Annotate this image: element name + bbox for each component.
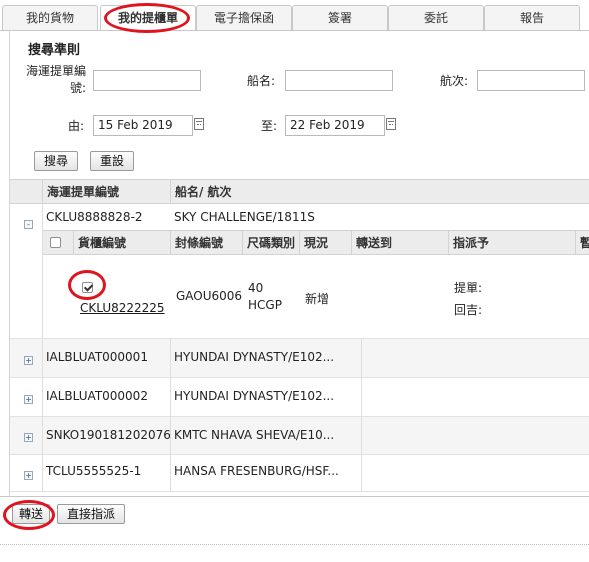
container-subgrid: 貨櫃編號 封條編號 尺碼類別 現況 轉送到 指派予 暫 CKLU8222225 … — [42, 230, 589, 338]
collapse-icon[interactable]: - — [24, 220, 33, 229]
tab-label: 電子擔保函 — [213, 11, 274, 25]
voyage-input[interactable] — [477, 70, 585, 91]
size-type-line1: 40 — [248, 281, 264, 295]
vessel-cell: HYUNDAI DYNASTY/E102... — [174, 389, 335, 403]
highlight-ring-checkbox — [68, 270, 106, 300]
column-separator — [42, 204, 43, 492]
from-date-label: 由: — [68, 119, 85, 133]
search-button[interactable]: 搜尋 — [34, 151, 78, 171]
column-header-status[interactable]: 現況 — [299, 231, 351, 254]
reset-button[interactable]: 重設 — [90, 151, 134, 171]
bl-number-label-line2: 號: — [69, 81, 86, 95]
tab-label: 報告 — [519, 11, 544, 25]
tab-label: 簽署 — [327, 11, 352, 25]
highlight-ring-forward — [3, 500, 55, 530]
table-row: + TCLU5555525-1 HANSA FRESENBURG/HSF... — [10, 455, 589, 492]
vessel-cell: HANSA FRESENBURG/HSF... — [174, 464, 339, 478]
column-header-size[interactable]: 尺碼類別 — [242, 231, 299, 254]
table-row: + SNKO190181202076 KMTC NHAVA SHEVA/E10.… — [10, 417, 589, 455]
bl-number-cell: TCLU5555525-1 — [46, 464, 142, 478]
column-header-forward-to[interactable]: 轉送到 — [351, 231, 448, 254]
column-header-assign-to[interactable]: 指派予 — [448, 231, 575, 254]
search-title: 搜尋準則 — [28, 43, 81, 58]
tab-electronic-guarantee[interactable]: 電子擔保函 — [196, 5, 292, 31]
footer-divider — [0, 496, 589, 497]
subgrid-header: 貨櫃編號 封條編號 尺碼類別 現況 轉送到 指派予 暫 — [43, 230, 589, 255]
vessel-label: 船名: — [247, 74, 276, 88]
assign-to-line1: 提單: — [454, 281, 483, 295]
column-header-vessel[interactable]: 船名/ 航次 — [170, 180, 589, 203]
to-date-input[interactable]: 22 Feb 2019 — [285, 115, 385, 136]
grid-header: 海運提單編號 船名/ 航次 — [10, 179, 589, 204]
tab-report[interactable]: 報告 — [484, 5, 580, 31]
vessel-cell: KMTC NHAVA SHEVA/E10... — [174, 428, 335, 442]
bl-number-input[interactable] — [93, 70, 201, 91]
calendar-icon[interactable] — [194, 118, 204, 130]
from-date-input[interactable]: 15 Feb 2019 — [93, 115, 193, 136]
bl-number-cell: CKLU8888828-2 — [46, 210, 143, 224]
calendar-icon[interactable] — [386, 118, 396, 130]
column-header-seal[interactable]: 封條編號 — [170, 231, 242, 254]
column-header-bl[interactable]: 海運提單編號 — [42, 180, 170, 203]
column-header-container[interactable]: 貨櫃編號 — [73, 231, 170, 254]
table-row: + IALBLUAT000002 HYUNDAI DYNASTY/E102... — [10, 378, 589, 417]
tab-label: 委託 — [423, 11, 448, 25]
vessel-input[interactable] — [285, 70, 393, 91]
size-type-line2: HCGP — [248, 298, 282, 312]
bl-number-cell: IALBLUAT000001 — [46, 350, 148, 364]
bl-number-label: 海運提單編 號: — [24, 63, 86, 97]
column-separator — [361, 339, 362, 492]
column-separator — [170, 339, 171, 492]
container-number-link[interactable]: CKLU8222225 — [80, 301, 165, 315]
bl-number-label-line1: 海運提單編 — [25, 64, 86, 78]
expand-icon[interactable]: + — [24, 356, 33, 365]
tab-my-cargo[interactable]: 我的貨物 — [2, 5, 98, 31]
bl-number-cell: IALBLUAT000002 — [46, 389, 148, 403]
vessel-cell: HYUNDAI DYNASTY/E102... — [174, 350, 335, 364]
to-date-label: 至: — [261, 119, 278, 133]
direct-assign-button[interactable]: 直接指派 — [57, 504, 125, 524]
highlight-ring-tab — [104, 3, 190, 33]
expand-icon[interactable]: + — [24, 471, 33, 480]
page-bottom-divider — [0, 544, 589, 545]
tab-label: 我的貨物 — [25, 11, 74, 25]
expand-icon[interactable]: + — [24, 433, 33, 442]
expand-icon[interactable]: + — [24, 395, 33, 404]
voyage-label: 航次: — [440, 74, 469, 88]
column-header-extra[interactable]: 暫 — [575, 231, 589, 254]
bl-number-cell: SNKO190181202076 — [46, 428, 171, 442]
status-cell: 新增 — [305, 292, 330, 306]
tab-delegate[interactable]: 委託 — [388, 5, 484, 31]
vessel-cell: SKY CHALLENGE/1811S — [174, 210, 315, 224]
table-row: + IALBLUAT000001 HYUNDAI DYNASTY/E102... — [10, 339, 589, 378]
tab-sign[interactable]: 簽署 — [292, 5, 388, 31]
select-all-checkbox[interactable] — [50, 237, 61, 248]
seal-number-cell: GAOU60068 — [176, 289, 242, 303]
assign-to-line2: 回吉: — [454, 303, 483, 317]
